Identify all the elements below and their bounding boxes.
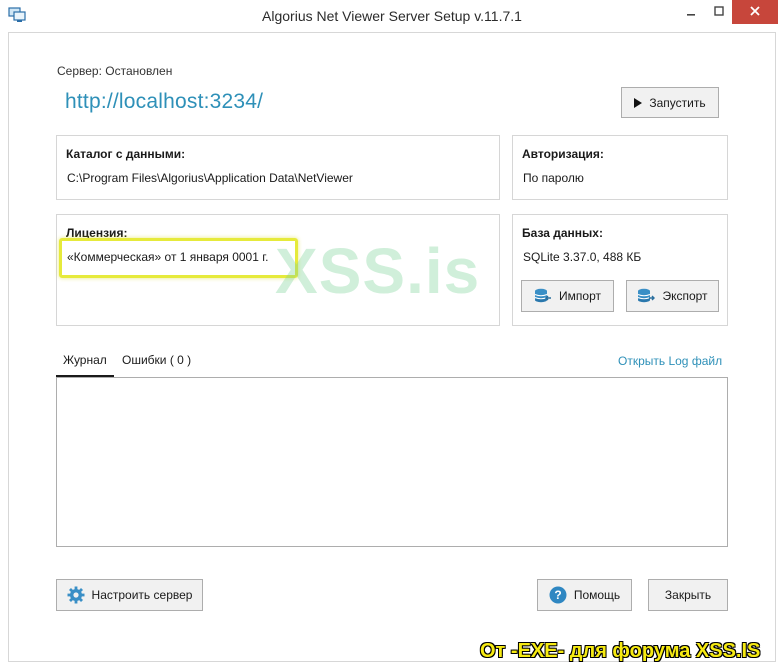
close-label: Закрыть [664, 588, 712, 602]
authorization-value: По паролю [523, 171, 584, 185]
maximize-icon [714, 5, 724, 19]
database-export-icon [637, 288, 656, 304]
close-window-button[interactable] [732, 0, 778, 24]
maximize-button[interactable] [704, 0, 734, 24]
play-icon [634, 97, 643, 108]
database-title: База данных: [522, 226, 603, 240]
forum-caption: От -EXE- для форума XSS.IS [480, 640, 761, 662]
data-catalog-panel: Каталог с данными: C:\Program Files\Algo… [56, 135, 500, 200]
configure-server-button[interactable]: Настроить сервер [56, 579, 203, 611]
help-button[interactable]: ? Помощь [537, 579, 632, 611]
server-status: Сервер: Остановлен [57, 64, 173, 78]
help-label: Помощь [573, 588, 621, 602]
start-server-button[interactable]: Запустить [621, 87, 719, 118]
database-value: SQLite 3.37.0, 488 КБ [523, 250, 642, 264]
start-server-label: Запустить [649, 95, 706, 110]
data-catalog-path: C:\Program Files\Algorius\Application Da… [67, 171, 353, 185]
import-label: Импорт [559, 289, 601, 303]
svg-text:?: ? [554, 588, 561, 602]
title-bar: Algorius Net Viewer Server Setup v.11.7.… [0, 0, 784, 32]
minimize-icon [686, 5, 696, 19]
tab-errors[interactable]: Ошибки ( 0 ) [115, 349, 198, 377]
data-catalog-title: Каталог с данными: [66, 147, 186, 161]
log-output-area[interactable] [56, 377, 728, 547]
close-icon [750, 5, 760, 19]
minimize-button[interactable] [676, 0, 706, 24]
license-highlight-box [59, 238, 298, 278]
gear-icon [67, 586, 85, 604]
authorization-title: Авторизация: [522, 147, 604, 161]
export-label: Экспорт [662, 289, 708, 303]
configure-server-label: Настроить сервер [91, 588, 193, 602]
database-import-icon [534, 288, 552, 304]
open-log-file-link[interactable]: Открыть Log файл [618, 354, 722, 368]
window-title: Algorius Net Viewer Server Setup v.11.7.… [262, 8, 522, 24]
server-url-link[interactable]: http://localhost:3234/ [65, 90, 263, 114]
authorization-panel: Авторизация: По паролю [512, 135, 728, 200]
window-client-area [8, 32, 776, 662]
help-icon: ? [549, 586, 567, 604]
close-button[interactable]: Закрыть [648, 579, 728, 611]
tab-journal[interactable]: Журнал [56, 349, 114, 377]
export-button[interactable]: Экспорт [626, 280, 719, 312]
import-button[interactable]: Импорт [521, 280, 614, 312]
